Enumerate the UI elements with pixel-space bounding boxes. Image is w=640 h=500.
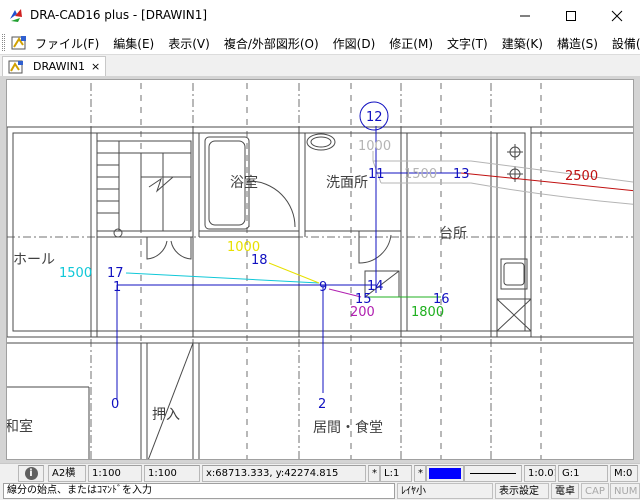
dimension-1000-gray: 1000 bbox=[358, 139, 391, 154]
node-12: 12 bbox=[366, 110, 383, 125]
minimize-icon bbox=[520, 15, 530, 16]
node-13: 13 bbox=[453, 167, 470, 182]
node-9: 9 bbox=[319, 280, 327, 295]
color-star[interactable]: * bbox=[414, 465, 426, 482]
menu-edit[interactable]: 編集(E) bbox=[113, 35, 154, 52]
menu-equipment[interactable]: 設備(B) bbox=[612, 35, 640, 52]
dimension-2500-red: 2500 bbox=[565, 169, 598, 184]
tab-close-icon[interactable]: × bbox=[91, 60, 100, 73]
window-title: DRA-CAD16 plus - [DRAWIN1] bbox=[30, 8, 208, 22]
room-label-living-dining: 居間・食堂 bbox=[313, 419, 383, 436]
dimension-1800-green: 1800 bbox=[411, 305, 444, 320]
drawing-canvas[interactable]: 浴室 洗面所 ホール 台所 押入 居間・食堂 和室 0 1 2 9 11 12 … bbox=[6, 79, 634, 460]
caps-lock-indicator: CAP bbox=[581, 483, 609, 499]
menu-grip[interactable] bbox=[2, 34, 5, 51]
room-label-hall: ホール bbox=[13, 252, 55, 268]
room-labels: 浴室 洗面所 ホール 台所 押入 居間・食堂 和室 bbox=[6, 174, 467, 436]
paper-size-indicator[interactable]: A2横 bbox=[48, 465, 86, 482]
info-button[interactable]: i bbox=[18, 465, 44, 482]
cad-drawing[interactable]: 浴室 洗面所 ホール 台所 押入 居間・食堂 和室 0 1 2 9 11 12 … bbox=[6, 79, 634, 460]
command-prompt[interactable]: 線分の始点、またはｺﾏﾝﾄﾞを入力 bbox=[3, 483, 395, 499]
mode-indicator[interactable]: M:0 bbox=[610, 465, 638, 482]
node-1: 1 bbox=[113, 280, 121, 295]
dra-cad-app-icon[interactable] bbox=[8, 7, 24, 23]
scale-indicator-1[interactable]: 1:100 bbox=[88, 465, 142, 482]
menu-text[interactable]: 文字(T) bbox=[447, 35, 488, 52]
minimize-button[interactable] bbox=[502, 0, 548, 31]
dimension-200-magenta: 200 bbox=[350, 305, 375, 320]
maximize-button[interactable] bbox=[548, 0, 594, 31]
node-2: 2 bbox=[318, 397, 326, 412]
document-cad-icon[interactable] bbox=[10, 34, 28, 52]
fixtures bbox=[146, 133, 532, 332]
menu-file[interactable]: ファイル(F) bbox=[35, 35, 99, 52]
menu-view[interactable]: 表示(V) bbox=[168, 35, 210, 52]
document-tab-strip: DRAWIN1 × bbox=[0, 54, 640, 77]
num-lock-indicator: NUM bbox=[610, 483, 640, 499]
canvas-frame: 浴室 洗面所 ホール 台所 押入 居間・食堂 和室 0 1 2 9 11 12 … bbox=[0, 76, 640, 463]
tab-drawin1[interactable]: DRAWIN1 × bbox=[2, 56, 106, 77]
dimension-1500-cyan: 1500 bbox=[59, 266, 92, 281]
stairs bbox=[96, 140, 192, 238]
node-labels: 0 1 2 9 11 12 13 14 15 16 17 18 bbox=[107, 110, 470, 412]
close-button[interactable] bbox=[594, 0, 640, 31]
scale-indicator-2[interactable]: 1:100 bbox=[144, 465, 200, 482]
title-bar: DRA-CAD16 plus - [DRAWIN1] bbox=[0, 0, 640, 31]
dimension-labels: 1000 1500 2500 1000 1500 200 1800 bbox=[59, 139, 598, 320]
menu-bar: ファイル(F) 編集(E) 表示(V) 複合/外部図形(O) 作図(D) 修正(… bbox=[0, 31, 640, 54]
coordinate-readout: x:68713.333, y:42274.815 bbox=[202, 465, 366, 482]
close-icon bbox=[611, 10, 623, 21]
status-bar-bottom: 線分の始点、またはｺﾏﾝﾄﾞを入力 ﾚｲﾔ小 表示設定 電卓 CAP NUM bbox=[0, 482, 640, 500]
room-label-bath: 浴室 bbox=[230, 174, 258, 191]
dimension-1000-yellow: 1000 bbox=[227, 240, 260, 255]
room-label-closet: 押入 bbox=[152, 407, 180, 423]
ratio-indicator[interactable]: 1:0.01 bbox=[524, 465, 556, 482]
layer-indicator[interactable]: L:1 bbox=[380, 465, 412, 482]
node-0: 0 bbox=[111, 397, 119, 412]
drawing-doc-icon bbox=[8, 60, 23, 74]
menu-modify[interactable]: 修正(M) bbox=[389, 35, 433, 52]
tab-label: DRAWIN1 bbox=[33, 60, 85, 73]
color-swatch-fill bbox=[429, 468, 461, 479]
line-type-sample bbox=[470, 473, 516, 474]
room-label-washroom: 洗面所 bbox=[326, 175, 368, 191]
dimension-1500-gray: 1500 bbox=[404, 167, 437, 182]
info-icon: i bbox=[24, 467, 38, 480]
layer-star[interactable]: * bbox=[368, 465, 380, 482]
layer-small-button[interactable]: ﾚｲﾔ小 bbox=[397, 483, 493, 499]
node-17: 17 bbox=[107, 266, 124, 281]
line-type-indicator[interactable] bbox=[464, 465, 522, 482]
menu-architecture[interactable]: 建築(K) bbox=[502, 35, 543, 52]
group-indicator[interactable]: G:1 bbox=[558, 465, 608, 482]
menu-compound-shape[interactable]: 複合/外部図形(O) bbox=[224, 35, 319, 52]
status-bar-top: i A2横 1:100 1:100 x:68713.333, y:42274.8… bbox=[0, 463, 640, 482]
maximize-icon bbox=[566, 10, 576, 21]
display-settings-button[interactable]: 表示設定 bbox=[495, 483, 549, 499]
node-11: 11 bbox=[368, 167, 385, 182]
room-label-kitchen: 台所 bbox=[439, 226, 467, 242]
calculator-button[interactable]: 電卓 bbox=[551, 483, 579, 499]
menu-structure[interactable]: 構造(S) bbox=[557, 35, 598, 52]
room-label-japanese-room: 和室 bbox=[6, 418, 33, 435]
menu-draw[interactable]: 作図(D) bbox=[333, 35, 376, 52]
grid-lines-vertical-dash bbox=[140, 83, 542, 459]
node-18: 18 bbox=[251, 253, 268, 268]
line-color-swatch[interactable] bbox=[426, 465, 464, 482]
